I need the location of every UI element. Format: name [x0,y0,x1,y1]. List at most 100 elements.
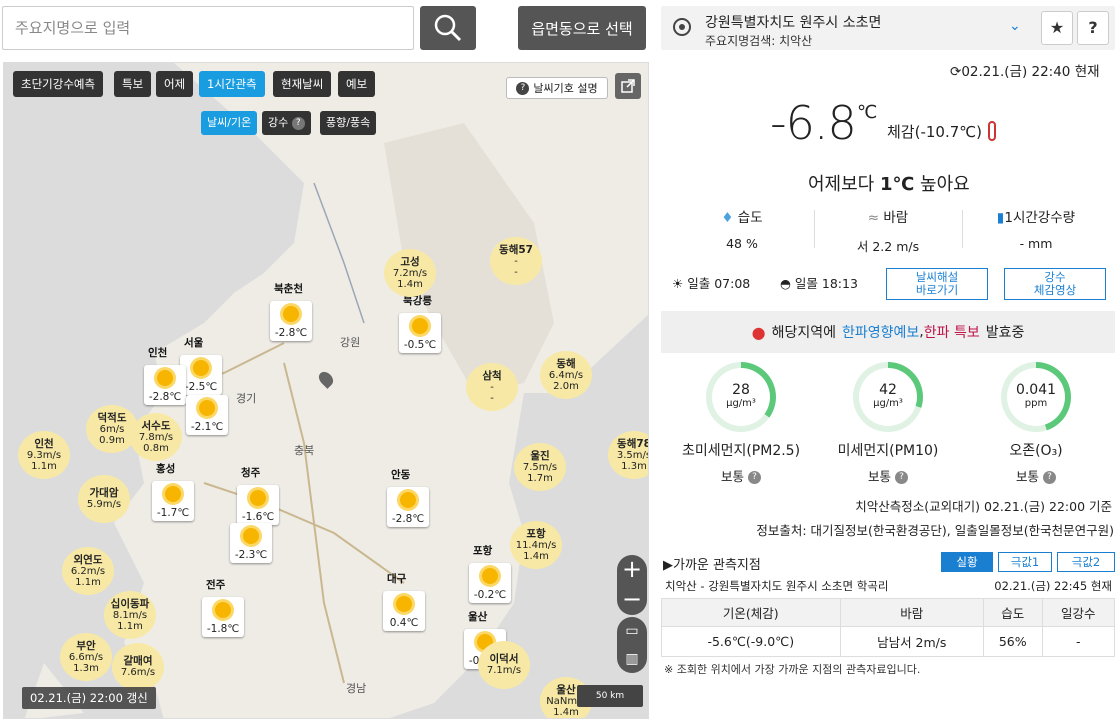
station-marker[interactable]: -2.1℃ [186,395,228,435]
marine-wind-speed: 7.5m/s [522,461,558,473]
marine-station-name: 외연도 [73,553,103,566]
tab-extreme1[interactable]: 극값1 [998,552,1052,572]
marine-station-marker[interactable]: 외연도 6.2m/s 1.1m [62,547,114,595]
pm10-ring: 42 μg/m³ [853,362,923,432]
marine-station-marker[interactable]: 이덕서 7.1m/s [478,641,530,689]
station-marker[interactable]: -2.8℃ [387,487,429,527]
marine-wave-height: 1.1m [75,576,101,588]
tab-extreme2[interactable]: 극값2 [1057,552,1115,572]
station-marker[interactable]: -2.8℃ [270,301,312,341]
location-search-term: 주요지명검색: 치악산 [705,34,813,48]
sunny-icon [396,596,412,612]
marine-wave-height: 1.7m [527,472,553,484]
marine-wave-height: 1.1m [31,460,57,472]
humidity-stat: ♦ 습도 48 % [672,206,812,251]
marine-station-marker[interactable]: 가대암 5.9m/s [78,475,130,523]
station-marker[interactable]: -2.8℃ [144,365,186,405]
table-header: 바람 [839,598,984,627]
compare-suffix: 높아요 [920,174,970,195]
nearby-station-location: 치악산 - 강원특별자치도 원주시 소초면 학곡리 [665,579,889,593]
gps-icon[interactable] [673,18,691,36]
refresh-icon[interactable]: ⟳ [950,64,961,80]
search-input[interactable] [2,6,414,50]
compare-value: 1℃ [879,174,915,195]
station-temp: 0.4℃ [389,617,419,629]
marine-station-marker[interactable]: 십이동파 8.1m/s 1.1m [104,591,156,639]
marine-station-marker[interactable]: 갈매여 7.6m/s [112,643,164,691]
sunny-icon [412,318,428,334]
tab-1hour-obs[interactable]: 1시간관측 [199,71,265,97]
station-label: 청주 [241,467,261,479]
map-layer-button[interactable]: ▭ ▥ [617,617,647,673]
table-header: 일강수 [1041,598,1116,627]
pm10-indicator: 42 μg/m³ 미세먼지(PM10) 보통 ? [808,362,968,485]
marine-wind-speed: 7.2m/s [392,267,428,279]
divider [962,210,963,248]
station-marker[interactable]: -2.3℃ [230,523,272,563]
subtab-precip[interactable]: 강수 ? [262,111,311,135]
marine-station-marker[interactable]: 인천 9.3m/s 1.1m [18,431,70,479]
thermometer-icon [988,121,996,141]
marine-wave-height: 1.4m [523,550,549,562]
sunny-icon [199,400,215,416]
marine-station-marker[interactable]: 울진 7.5m/s 1.7m [514,443,566,491]
station-marker[interactable]: 0.4℃ [383,591,425,631]
marine-wind-speed: 6.6m/s [68,651,104,663]
marine-station-marker[interactable]: 고성 7.2m/s 1.4m [384,249,436,297]
sunset-icon: ◓ [780,276,791,291]
zoom-in-button[interactable]: + [617,555,647,585]
station-marker[interactable]: -2.5℃ [180,355,222,395]
sunrise-time: 07:08 [714,276,751,291]
tab-current-weather[interactable]: 현재날씨 [273,71,332,97]
help-button[interactable]: ? [1077,11,1109,45]
marine-wave-height: 0.8m [143,442,169,454]
pm25-grade: 보통 [721,469,745,484]
weather-symbol-legend-button[interactable]: ? 날씨기호 설명 [506,77,608,99]
marine-station-marker[interactable]: 동해 6.4m/s 2.0m [540,351,592,399]
location-bar[interactable]: 강원특별자치도 원주시 소초면 주요지명검색: 치악산 ⌄ ★ ? [661,6,1115,50]
marine-station-marker[interactable]: 동해57- - [490,237,542,285]
station-marker[interactable]: -1.6℃ [237,485,279,525]
station-marker[interactable]: -1.8℃ [202,597,244,637]
cold-wave-alert-link[interactable]: 한파 특보 [924,322,980,342]
help-icon: ? [516,81,530,95]
help-icon[interactable]: ? [1043,471,1056,484]
chevron-down-icon[interactable]: ⌄ [1009,18,1021,34]
weather-map[interactable]: 강원 경기 충북 경남 초단기강수예측 특보 어제 1시간관측 현재날씨 예보 … [3,62,649,719]
marine-station-marker[interactable]: 서수도 7.8m/s 0.8m [130,413,182,461]
zoom-out-button[interactable]: − [617,585,647,615]
help-icon[interactable]: ? [748,471,761,484]
tab-forecast[interactable]: 예보 [338,71,376,97]
subtab-weather-temp[interactable]: 날씨/기온 [201,111,258,135]
precip-video-button[interactable]: 강수 체감영상 [1004,268,1106,300]
current-temperature: -6.8 [770,96,857,150]
tab-short-term-precip[interactable]: 초단기강수예측 [13,71,104,97]
favorite-star-button[interactable]: ★ [1041,11,1073,45]
search-button[interactable] [420,6,476,50]
region-select-button[interactable]: 읍면동으로 선택 [518,6,646,50]
tab-live[interactable]: 실황 [941,552,993,572]
station-label: 안동 [391,469,411,481]
cold-impact-forecast-link[interactable]: 한파영향예보 [842,322,919,342]
wind-stat: ≈ 바람 서 2.2 m/s [818,206,958,255]
sunset-time: 18:13 [821,276,858,291]
tab-warning[interactable]: 특보 [114,71,152,97]
footnote: ※ 조회한 위치에서 가장 가까운 지점의 관측자료입니다. [664,663,921,676]
marine-station-marker[interactable]: 부안 6.6m/s 1.3m [60,633,112,681]
marine-station-marker[interactable]: 삼척 - - [466,363,518,411]
question-icon: ? [1088,18,1098,37]
tab-yesterday[interactable]: 어제 [156,71,194,97]
table-cell: - [1041,626,1116,657]
station-marker[interactable]: -0.2℃ [469,563,511,603]
popout-button[interactable] [615,73,641,99]
help-icon[interactable]: ? [895,471,908,484]
marine-wave-height: - [514,266,518,278]
sunrise-label: 일출 [687,276,711,291]
marine-station-name: 부안 [76,639,96,652]
subtab-wind[interactable]: 풍향/풍속 [320,111,377,135]
station-marker[interactable]: -0.5℃ [399,313,441,353]
ozone-label: 오존(O₃) [1009,443,1063,459]
weather-explain-button[interactable]: 날씨해설 바로가기 [886,268,988,300]
station-marker[interactable]: -1.7℃ [152,481,194,521]
marine-station-marker[interactable]: 포항 11.4m/s 1.4m [510,521,562,569]
